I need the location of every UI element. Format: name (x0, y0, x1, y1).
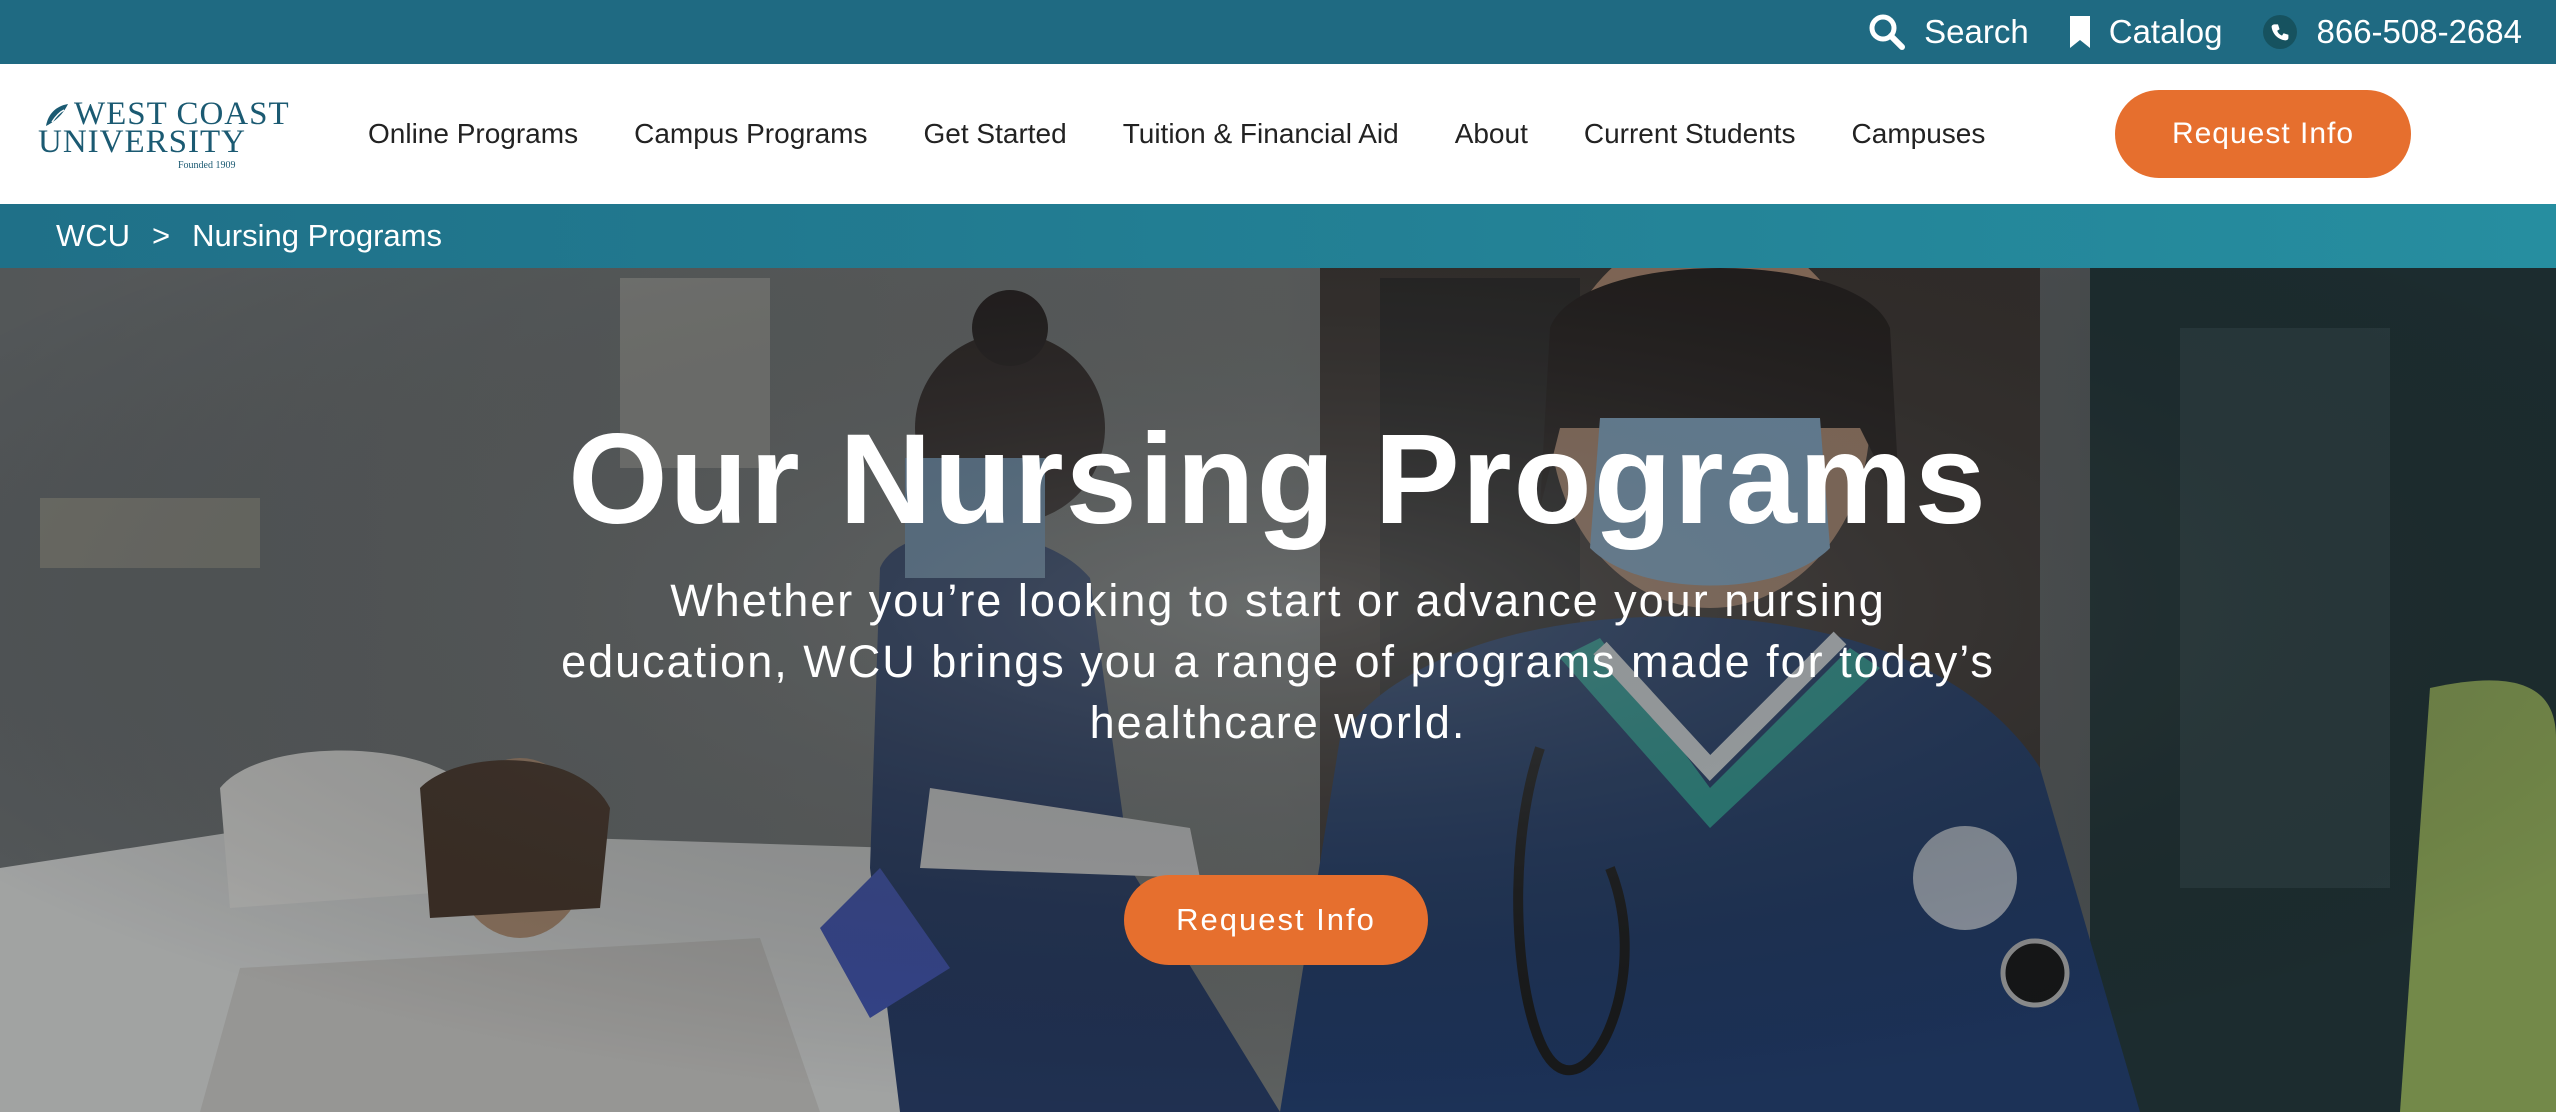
search-label: Search (1924, 13, 2029, 50)
catalog-label: Catalog (2108, 13, 2223, 50)
nav-get-started[interactable]: Get Started (924, 118, 1067, 150)
phone-link[interactable]: 866-508-2684 (2262, 13, 2522, 51)
hero-section: Our Nursing Programs Whether you’re look… (0, 268, 2556, 1112)
breadcrumb: WCU > Nursing Programs (0, 204, 2556, 268)
nav-campuses[interactable]: Campuses (1852, 118, 1986, 150)
hero-title: Our Nursing Programs (568, 408, 1988, 551)
main-nav: WEST COAST UNIVERSITY Founded 1909 Onlin… (0, 64, 2556, 204)
phone-icon (2262, 14, 2298, 50)
breadcrumb-separator: > (152, 218, 171, 253)
utility-bar: Search Catalog 866-508-2684 (0, 0, 2556, 64)
nav-online-programs[interactable]: Online Programs (368, 118, 578, 150)
wcu-logo[interactable]: WEST COAST UNIVERSITY Founded 1909 (38, 96, 289, 176)
request-info-button[interactable]: Request Info (2115, 90, 2411, 178)
search-icon (1868, 13, 1906, 51)
logo-founded: Founded 1909 (178, 160, 236, 171)
primary-nav-links: Online Programs Campus Programs Get Star… (340, 64, 2013, 204)
catalog-link[interactable]: Catalog (2069, 13, 2223, 51)
hero-request-info-button[interactable]: Request Info (1124, 875, 1428, 965)
bookmark-icon (2069, 15, 2091, 49)
nav-current-students[interactable]: Current Students (1584, 118, 1796, 150)
nav-about[interactable]: About (1455, 118, 1528, 150)
nav-campus-programs[interactable]: Campus Programs (634, 118, 867, 150)
breadcrumb-root[interactable]: WCU (56, 218, 130, 254)
logo-line2: UNIVERSITY (38, 124, 246, 160)
hero-subtitle: Whether you’re looking to start or advan… (561, 575, 1995, 748)
nav-tuition-financial-aid[interactable]: Tuition & Financial Aid (1123, 118, 1399, 150)
search-link[interactable]: Search (1868, 13, 2029, 51)
phone-number: 866-508-2684 (2316, 13, 2522, 50)
breadcrumb-current: Nursing Programs (192, 218, 442, 253)
